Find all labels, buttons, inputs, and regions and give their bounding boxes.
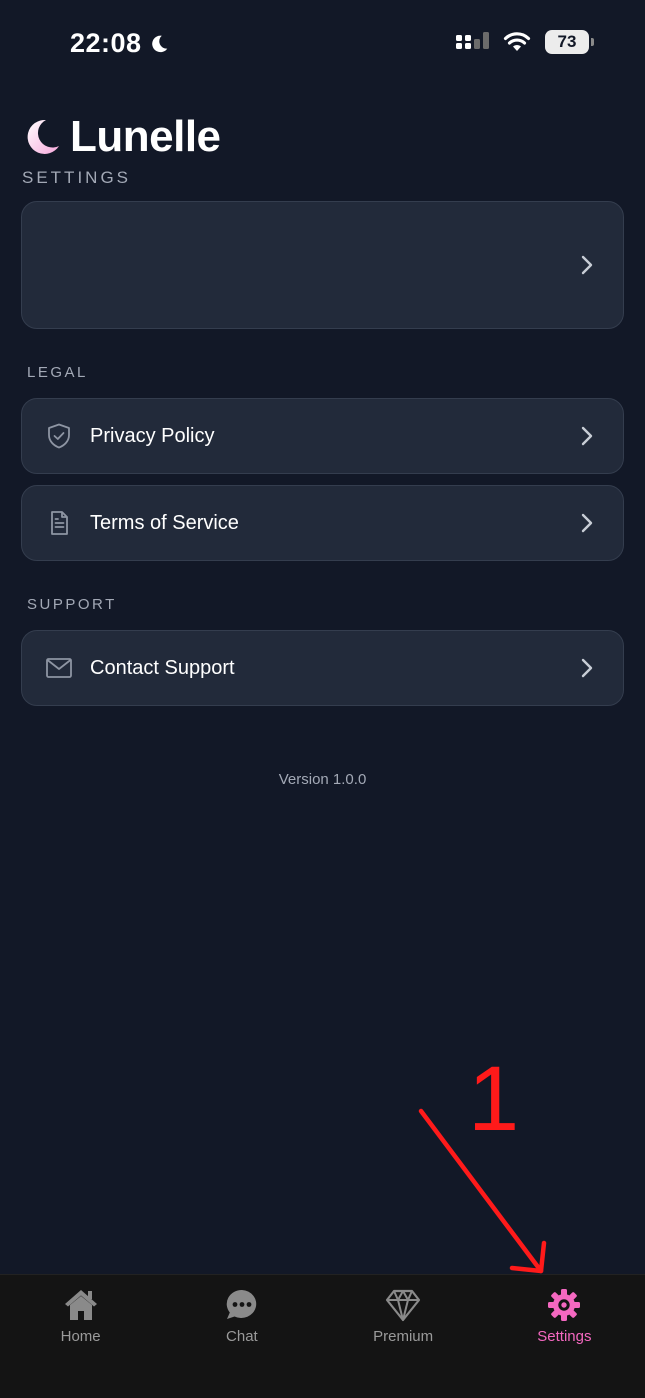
app-version: Version 1.0.0: [278, 771, 367, 788]
section-label-support: SUPPORT: [27, 596, 117, 613]
page-title: SETTINGS: [22, 168, 132, 187]
status-bar: 22:08 73: [0, 0, 645, 88]
crescent-moon-logo-icon: [27, 119, 59, 154]
status-indicators: 73: [455, 30, 594, 54]
settings-screen: 22:08 73 Lunelle SETTINGS LEGAL Privacy …: [0, 0, 645, 1398]
privacy-policy-label: Privacy Policy: [90, 424, 215, 447]
status-time: 22:08: [70, 28, 170, 59]
terms-of-service-row[interactable]: Terms of Service: [21, 485, 624, 561]
tab-home[interactable]: Home: [0, 1275, 161, 1398]
profile-card[interactable]: [21, 201, 624, 329]
wifi-icon: [503, 32, 531, 51]
contact-support-label: Contact Support: [90, 656, 235, 679]
diamond-icon: [386, 1289, 421, 1322]
bottom-tab-bar: Home Chat Premium Settings: [0, 1274, 645, 1398]
section-label-legal: LEGAL: [27, 364, 88, 381]
terms-of-service-label: Terms of Service: [90, 511, 239, 534]
shield-check-icon: [48, 423, 70, 449]
annotation-number: 1: [468, 1048, 519, 1150]
contact-support-row[interactable]: Contact Support: [21, 630, 624, 706]
annotation-arrow-icon: [418, 1108, 544, 1274]
chevron-right-icon: [581, 255, 593, 275]
tab-premium[interactable]: Premium: [323, 1275, 484, 1398]
battery-level: 73: [557, 32, 577, 51]
app-name: Lunelle: [70, 112, 221, 161]
battery-indicator: 73: [545, 30, 594, 54]
chevron-right-icon: [581, 513, 593, 533]
tab-chat[interactable]: Chat: [161, 1275, 322, 1398]
moon-icon: [151, 35, 167, 52]
app-logo: Lunelle: [22, 112, 221, 162]
privacy-policy-row[interactable]: Privacy Policy: [21, 398, 624, 474]
chevron-right-icon: [581, 658, 593, 678]
tab-settings[interactable]: Settings: [484, 1275, 645, 1398]
chevron-right-icon: [581, 426, 593, 446]
tab-settings-label: Settings: [537, 1328, 592, 1345]
document-icon: [51, 511, 68, 535]
tab-home-label: Home: [60, 1328, 101, 1345]
home-icon: [64, 1290, 97, 1320]
status-time-text: 22:08: [70, 28, 142, 58]
chat-bubble-icon: [226, 1289, 257, 1319]
mail-icon: [46, 658, 72, 678]
gear-icon: [548, 1289, 581, 1321]
signal-icon: [456, 32, 489, 49]
tab-premium-label: Premium: [373, 1328, 434, 1345]
tab-chat-label: Chat: [226, 1328, 258, 1345]
